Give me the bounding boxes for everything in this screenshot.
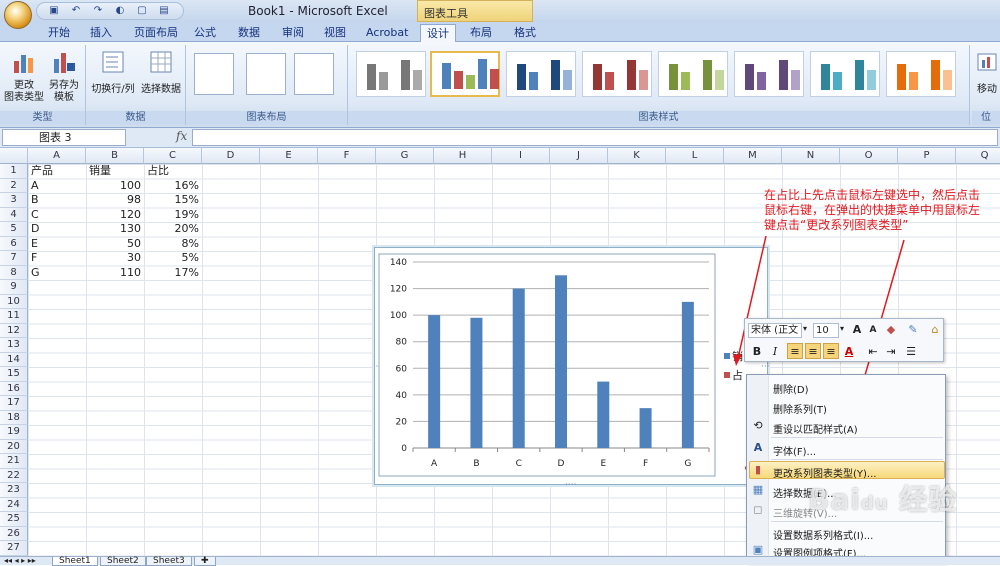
font-dropdown-icon[interactable]: ▾	[803, 324, 807, 333]
grow-font-icon[interactable]: A	[849, 322, 865, 338]
fill-color-icon[interactable]: ◆	[883, 322, 899, 338]
outline-icon[interactable]: ✎	[905, 322, 921, 338]
sheet-nav-arrows[interactable]: ◂◂ ◂ ▸ ▸▸	[4, 556, 36, 565]
change-series-type-icon: ▮	[751, 463, 765, 477]
watermark-logo: Baidu 经验	[808, 478, 957, 518]
indent-decrease-icon[interactable]: ⇤	[865, 344, 881, 360]
indent-increase-icon[interactable]: ⇥	[883, 344, 899, 360]
menu-separator-2	[771, 459, 943, 460]
legend-format-icon: ▣	[751, 543, 765, 557]
shrink-font-icon[interactable]: A	[865, 322, 881, 338]
arrow-head-1	[733, 354, 742, 366]
rotation-icon: ◻	[751, 503, 765, 517]
italic-button[interactable]: I	[767, 344, 783, 360]
menu-item-reset-style[interactable]: 重设以匹配样式(A)	[773, 421, 858, 436]
context-menu: 删除(D) 删除系列(T) ⟲ 重设以匹配样式(A) A 字体(F)... ▮ …	[746, 374, 946, 562]
bullets-icon[interactable]: ☰	[903, 344, 919, 360]
select-data-menu-icon: ▦	[751, 483, 765, 497]
menu-item-format-series[interactable]: 设置数据系列格式(I)...	[773, 527, 873, 542]
font-size-box[interactable]: 10	[813, 323, 839, 338]
mini-format-toolbar: 宋体 (正文 ▾ 10 ▾ A A ◆ ✎ ⌂ B I ≡ ≡ ≡ A ⇤ ⇥ …	[744, 318, 944, 362]
font-icon: A	[751, 441, 765, 455]
align-right-icon[interactable]: ≡	[823, 343, 839, 359]
office-button[interactable]	[4, 1, 32, 29]
reset-style-icon: ⟲	[751, 419, 765, 433]
menu-separator-3	[771, 521, 943, 522]
bold-button[interactable]: B	[749, 344, 765, 360]
sheet-tab-bar: ◂◂ ◂ ▸ ▸▸ Sheet1 Sheet2 Sheet3 ✚	[0, 556, 1000, 565]
format-painter-icon[interactable]: ⌂	[927, 322, 943, 338]
menu-item-delete[interactable]: 删除(D)	[773, 381, 809, 396]
menu-separator-1	[771, 437, 943, 438]
align-left-icon[interactable]: ≡	[787, 343, 803, 359]
menu-item-font[interactable]: 字体(F)...	[773, 443, 816, 458]
font-name-box[interactable]: 宋体 (正文	[748, 323, 802, 338]
size-dropdown-icon[interactable]: ▾	[840, 324, 844, 333]
align-center-icon[interactable]: ≡	[805, 343, 821, 359]
menu-item-delete-series[interactable]: 删除系列(T)	[773, 401, 827, 416]
font-color-button[interactable]: A	[841, 344, 857, 360]
